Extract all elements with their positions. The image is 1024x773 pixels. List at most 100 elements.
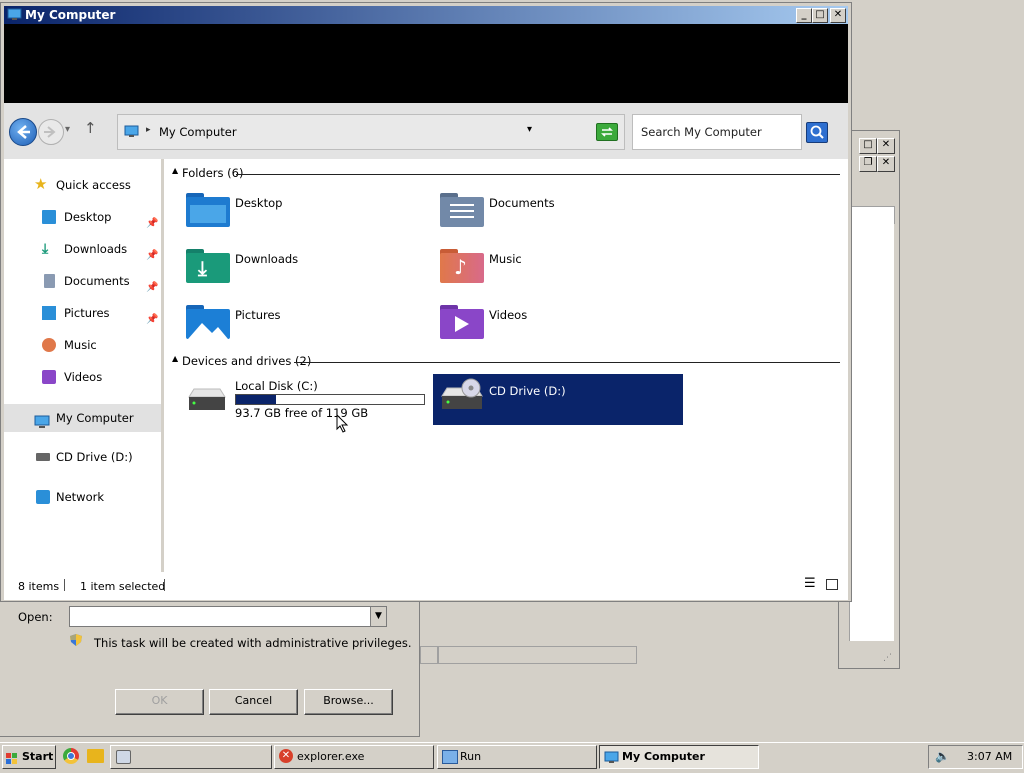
desktop-folder-icon[interactable]: [186, 193, 230, 227]
back-button[interactable]: [9, 118, 37, 146]
address-bar[interactable]: ▸ My Computer ▾: [117, 114, 625, 150]
taskbar-item-blank[interactable]: [110, 745, 272, 769]
status-segment: [438, 646, 637, 664]
cd-drive-icon: [36, 453, 50, 461]
documents-folder-icon[interactable]: [440, 193, 484, 227]
pictures-folder-icon[interactable]: [186, 305, 230, 339]
sidebar-item-documents[interactable]: Documents 📌: [4, 268, 161, 294]
content-pane: ▲ Folders (6) Desktop Documents ⤓ Downlo…: [164, 159, 848, 572]
sidebar-item-label: My Computer: [56, 411, 134, 425]
folder-label-music[interactable]: Music: [489, 252, 522, 266]
up-arrow-icon[interactable]: ↑: [84, 119, 97, 137]
column-header: [849, 206, 895, 224]
videos-folder-icon[interactable]: [440, 305, 484, 339]
ribbon-area: [4, 24, 848, 103]
sidebar-item-music[interactable]: Music: [4, 332, 161, 358]
sidebar-item-videos[interactable]: Videos: [4, 364, 161, 390]
folders-section-header[interactable]: Folders (6): [182, 165, 243, 181]
ok-button[interactable]: OK: [115, 689, 204, 715]
large-icons-view-icon[interactable]: [826, 579, 838, 590]
sidebar-item-my-computer[interactable]: My Computer: [4, 404, 161, 432]
taskbar-item-my-computer[interactable]: My Computer: [599, 745, 759, 769]
folder-label-pictures[interactable]: Pictures: [235, 308, 281, 322]
start-button[interactable]: Start: [2, 745, 56, 769]
pin-icon[interactable]: 📌: [146, 243, 158, 269]
folder-label-documents[interactable]: Documents: [489, 196, 555, 210]
close-icon[interactable]: ✕: [877, 156, 895, 172]
clock[interactable]: 3:07 AM: [967, 750, 1012, 763]
pictures-icon: [42, 306, 56, 320]
details-view-icon[interactable]: ☰: [804, 576, 816, 591]
resize-grip-icon[interactable]: ⋰: [883, 653, 893, 663]
download-arrow-icon: ⤓: [198, 256, 207, 280]
folder-label-downloads[interactable]: Downloads: [235, 252, 298, 266]
pin-icon[interactable]: 📌: [146, 307, 158, 333]
downloads-folder-icon[interactable]: ⤓: [186, 249, 230, 283]
cancel-button[interactable]: Cancel: [209, 689, 298, 715]
music-folder-icon[interactable]: ♪: [440, 249, 484, 283]
pin-icon[interactable]: 📌: [146, 275, 158, 301]
search-box[interactable]: Search My Computer: [632, 114, 802, 150]
sidebar-item-label: Documents: [64, 274, 130, 288]
taskbar-item-explorer-exe[interactable]: ✕ explorer.exe: [274, 745, 434, 769]
drive-tile-d-selected[interactable]: CD Drive (D:): [433, 374, 683, 425]
close-icon[interactable]: ✕: [877, 138, 895, 154]
dropdown-arrow-icon[interactable]: ▼: [370, 607, 386, 626]
minimize-icon[interactable]: _: [796, 8, 812, 23]
background-content: [849, 223, 894, 641]
selection-count: 1 item selected: [80, 580, 166, 593]
refresh-icon[interactable]: [596, 123, 618, 141]
drive-label-c[interactable]: Local Disk (C:): [235, 379, 318, 393]
file-explorer-icon[interactable]: [87, 749, 104, 763]
sidebar-item-pictures[interactable]: Pictures 📌: [4, 300, 161, 326]
section-divider: [294, 362, 840, 363]
windows-logo-icon: [6, 751, 18, 764]
browse-button[interactable]: Browse...: [304, 689, 393, 715]
maximize-icon[interactable]: □: [812, 8, 828, 23]
task-label: Run: [460, 750, 482, 763]
run-icon: [442, 750, 458, 764]
status-divider: [164, 579, 165, 591]
sidebar-item-downloads[interactable]: ⤓ Downloads 📌: [4, 236, 161, 262]
close-icon[interactable]: ✕: [830, 8, 846, 23]
status-bar: 8 items 1 item selected ☰: [4, 572, 848, 600]
star-icon: ★: [34, 175, 48, 193]
recent-locations-chevron-icon[interactable]: ▾: [65, 124, 70, 135]
open-input[interactable]: ▼: [69, 606, 387, 627]
search-icon[interactable]: [806, 122, 828, 143]
item-count: 8 items: [18, 580, 60, 593]
taskbar-item-run[interactable]: Run: [437, 745, 597, 769]
forward-button[interactable]: [38, 119, 64, 145]
sidebar-item-network[interactable]: Network: [4, 484, 161, 510]
navigation-toolbar: ▾ ↑ ▸ My Computer ▾ Search My Computer: [4, 103, 848, 160]
collapse-chevron-icon[interactable]: ▲: [172, 354, 178, 363]
folder-label-videos[interactable]: Videos: [489, 308, 527, 322]
task-label: explorer.exe: [297, 750, 365, 763]
system-tray: 🔈 3:07 AM: [928, 745, 1023, 769]
volume-icon[interactable]: 🔈: [935, 749, 950, 763]
drives-section-header[interactable]: Devices and drives (2): [182, 353, 311, 369]
sidebar-item-desktop[interactable]: Desktop 📌: [4, 204, 161, 230]
drive-label-d: CD Drive (D:): [489, 384, 566, 398]
taskbar: Start ✕ explorer.exe Run My Computer 🔈 3…: [0, 742, 1024, 769]
folder-label-desktop[interactable]: Desktop: [235, 196, 282, 210]
restore-icon[interactable]: ❐: [859, 156, 877, 172]
sidebar-item-label: CD Drive (D:): [56, 450, 133, 464]
sidebar-item-cd-drive[interactable]: CD Drive (D:): [4, 444, 161, 470]
maximize-icon[interactable]: □: [859, 138, 877, 154]
window-title: My Computer: [25, 8, 116, 22]
pin-icon[interactable]: 📌: [146, 211, 158, 237]
section-divider: [236, 174, 840, 175]
address-dropdown-icon[interactable]: ▾: [527, 124, 532, 135]
breadcrumb[interactable]: My Computer: [159, 125, 237, 139]
hard-drive-icon[interactable]: [186, 387, 228, 413]
breadcrumb-chevron-icon[interactable]: ▸: [146, 125, 151, 135]
title-bar: My Computer _ □ ✕: [4, 6, 848, 24]
admin-note: This task will be created with administr…: [94, 636, 412, 650]
collapse-chevron-icon[interactable]: ▲: [172, 166, 178, 175]
chrome-icon[interactable]: [63, 748, 79, 764]
sidebar-item-label: Quick access: [56, 178, 131, 192]
sidebar-item-quick-access[interactable]: ★ Quick access: [4, 172, 161, 198]
search-input[interactable]: Search My Computer: [641, 125, 762, 139]
run-dialog: Open: ▼ This task will be created with a…: [0, 598, 420, 737]
